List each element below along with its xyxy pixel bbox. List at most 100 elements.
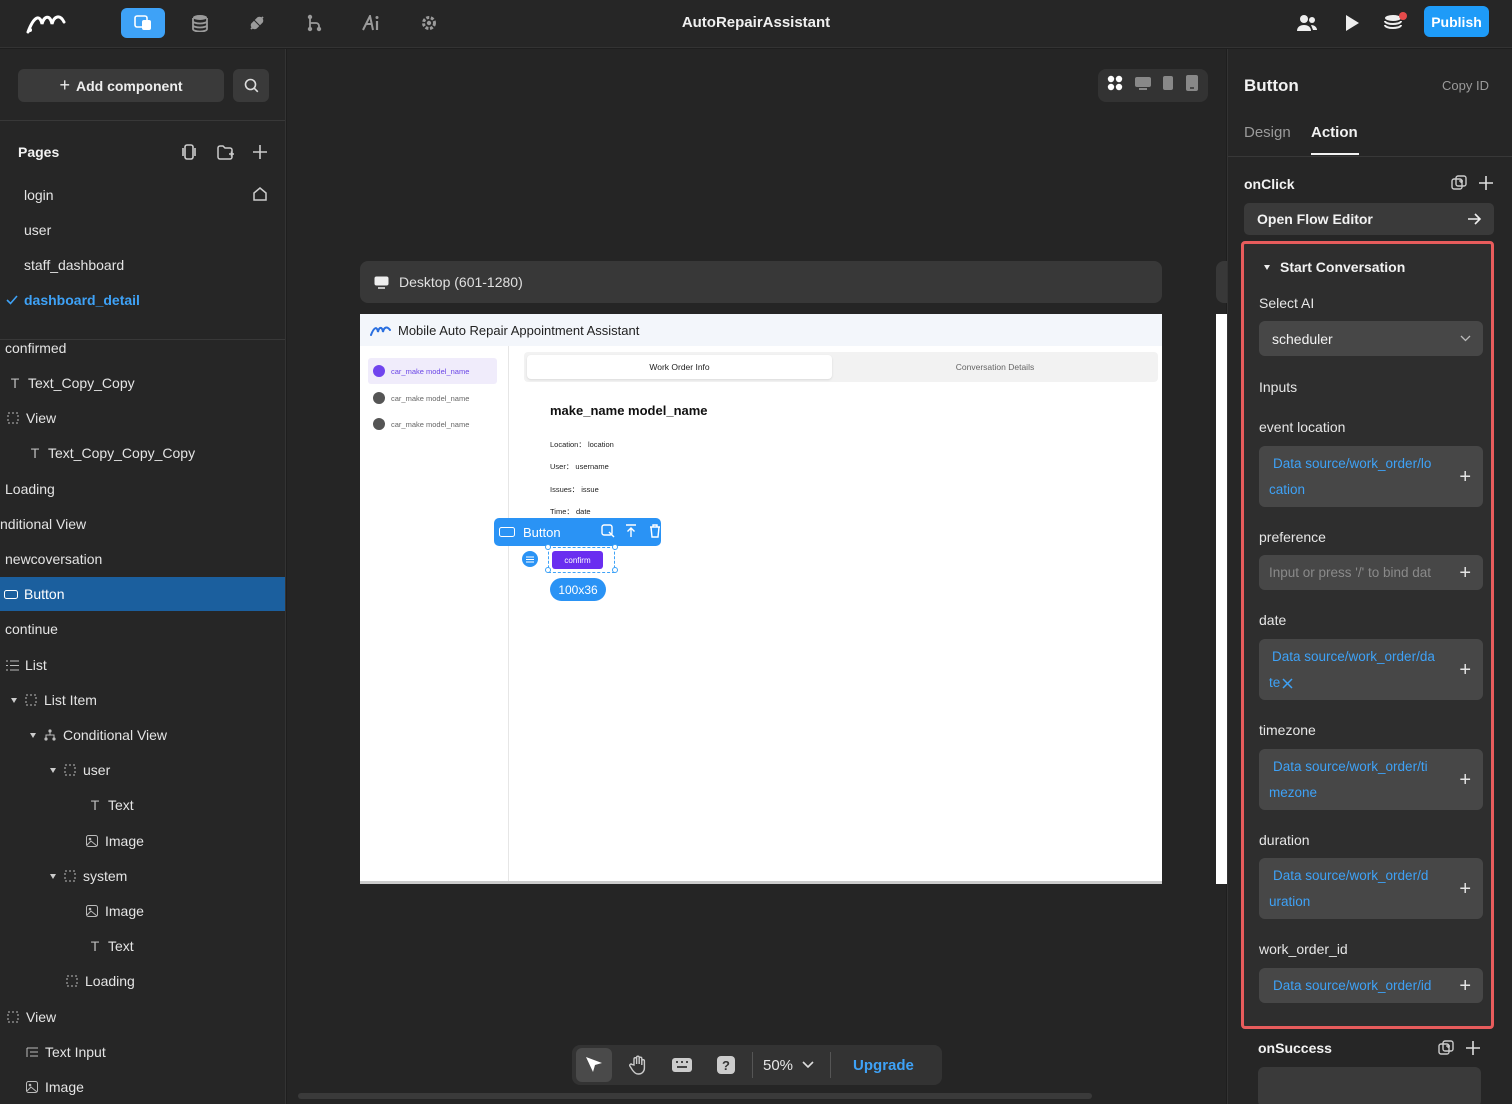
resize-handle[interactable] [545,544,551,550]
caret-down-icon[interactable] [30,732,36,738]
mobile-icon[interactable] [1185,74,1199,97]
tree-item[interactable]: List Item [0,683,285,717]
tree-item[interactable]: confirmed [0,331,285,365]
tree-item[interactable]: Loading [0,964,285,998]
event-location-field[interactable]: Data source/work_order/lo cation + [1259,446,1483,507]
tree-item[interactable]: T Text [0,788,285,822]
timezone-field[interactable]: Data source/work_order/ti mezone + [1259,749,1483,810]
users-icon[interactable] [1285,8,1329,38]
resize-handle[interactable] [545,567,551,573]
select-ai-dropdown[interactable]: scheduler [1259,321,1483,356]
tab-action[interactable]: Action [1311,124,1358,141]
copy-id-link[interactable]: Copy ID [1442,78,1489,93]
publish-button[interactable]: Publish [1424,6,1489,37]
tree-item[interactable]: List [0,648,285,682]
duration-field[interactable]: Data source/work_order/d uration + [1259,858,1483,919]
tree-item[interactable]: T Text_Copy_Copy [0,366,285,400]
frame-label[interactable]: Desktop (601-1280) [360,261,1162,303]
ai-icon[interactable] [350,8,394,38]
tree-item[interactable]: View [0,401,285,435]
tree-item[interactable]: nditional View [0,507,285,541]
app-sidebar-item[interactable]: car_make model_name [368,385,497,411]
app-sidebar-item[interactable]: car_make model_name [368,358,497,384]
work-order-id-field[interactable]: Data source/work_order/id + [1259,968,1483,1003]
page-item-dashboard-detail[interactable]: dashboard_detail [24,290,140,310]
grid-icon[interactable] [1107,75,1123,96]
caret-down-icon[interactable] [50,873,56,879]
keyboard-icon[interactable] [664,1048,700,1082]
plus-icon[interactable]: + [1459,976,1471,996]
tree-item[interactable]: Conditional View [0,718,285,752]
pages-icon[interactable] [121,8,165,38]
date-field[interactable]: Data source/work_order/da te + [1259,639,1483,700]
play-icon[interactable] [1330,8,1374,38]
tab-conversation-details[interactable]: Conversation Details [836,355,1154,379]
logo-icon[interactable] [22,8,82,38]
caret-down-icon[interactable] [11,697,17,703]
horizontal-scrollbar[interactable] [298,1093,1092,1099]
workflow-icon[interactable] [292,8,336,38]
onsuccess-action-card[interactable] [1258,1067,1481,1104]
app-sidebar-item[interactable]: car_make model_name [368,411,497,437]
resize-handle[interactable] [612,544,618,550]
select-parent-icon[interactable] [601,523,615,541]
page-item-staff-dashboard[interactable]: staff_dashboard [24,255,124,275]
upgrade-link[interactable]: Upgrade [853,1057,914,1074]
caret-down-icon[interactable] [50,767,56,773]
left-panel: + Add component Pages login user staff_d… [0,49,286,1104]
help-icon[interactable]: ? [708,1048,744,1082]
plus-icon[interactable]: + [1459,770,1471,790]
tree-item[interactable]: user [0,753,285,787]
plus-icon[interactable]: + [1459,660,1471,680]
page-item-login[interactable]: login [24,185,54,205]
tree-item[interactable]: newcoversation [0,542,285,576]
desktop-icon[interactable] [1134,76,1152,95]
tree-item[interactable]: Text Input [0,1035,285,1069]
plus-icon[interactable]: + [1459,467,1471,487]
drag-handle-icon[interactable] [522,551,538,567]
tablet-icon[interactable] [1162,75,1174,96]
close-icon[interactable] [1282,677,1293,689]
database-icon[interactable] [178,8,222,38]
page-item-user[interactable]: user [24,220,51,240]
page-layout-icon[interactable] [179,142,199,162]
add-page-icon[interactable] [250,142,270,162]
tree-item-button[interactable]: Button [0,577,285,611]
resize-handle[interactable] [612,567,618,573]
open-flow-editor-button[interactable]: Open Flow Editor [1244,203,1494,235]
action-header[interactable]: Start Conversation [1264,259,1405,275]
tree-item[interactable]: system [0,859,285,893]
settings-icon[interactable] [407,8,451,38]
add-folder-icon[interactable] [215,142,235,162]
app-preview-frame[interactable]: Mobile Auto Repair Appointment Assistant… [360,314,1162,884]
tree-item[interactable]: Loading [0,472,285,506]
search-button[interactable] [233,69,269,102]
plugin-icon[interactable] [235,8,279,38]
tab-work-order-info[interactable]: Work Order Info [527,355,832,379]
pointer-tool-icon[interactable] [576,1048,612,1082]
tree-item[interactable]: Image [0,1070,285,1104]
tree-item[interactable]: Image [0,824,285,858]
confirm-button[interactable]: confirm [552,551,603,569]
add-action-icon[interactable] [1466,1041,1480,1060]
tree-item[interactable]: View [0,1000,285,1034]
tree-item[interactable]: T Text [0,929,285,963]
copy-action-icon[interactable] [1438,1040,1454,1061]
tab-design[interactable]: Design [1244,124,1291,141]
tree-item[interactable]: continue [0,612,285,646]
tree-item[interactable]: Image [0,894,285,928]
plus-icon[interactable]: + [1459,563,1471,583]
plus-icon[interactable]: + [1459,879,1471,899]
zoom-select[interactable]: 50% [763,1057,814,1074]
add-action-icon[interactable] [1479,176,1493,195]
notifications-icon[interactable] [1373,8,1417,38]
delete-icon[interactable] [649,523,661,541]
copy-action-icon[interactable] [1451,175,1467,196]
preference-field[interactable]: Input or press '/' to bind dat + [1259,555,1483,590]
move-up-icon[interactable] [625,523,637,541]
caret-down-icon[interactable] [1264,264,1270,270]
page-label: login [24,187,54,203]
hand-tool-icon[interactable] [620,1048,656,1082]
add-component-button[interactable]: + Add component [18,69,224,102]
tree-item[interactable]: T Text_Copy_Copy_Copy [0,436,285,470]
